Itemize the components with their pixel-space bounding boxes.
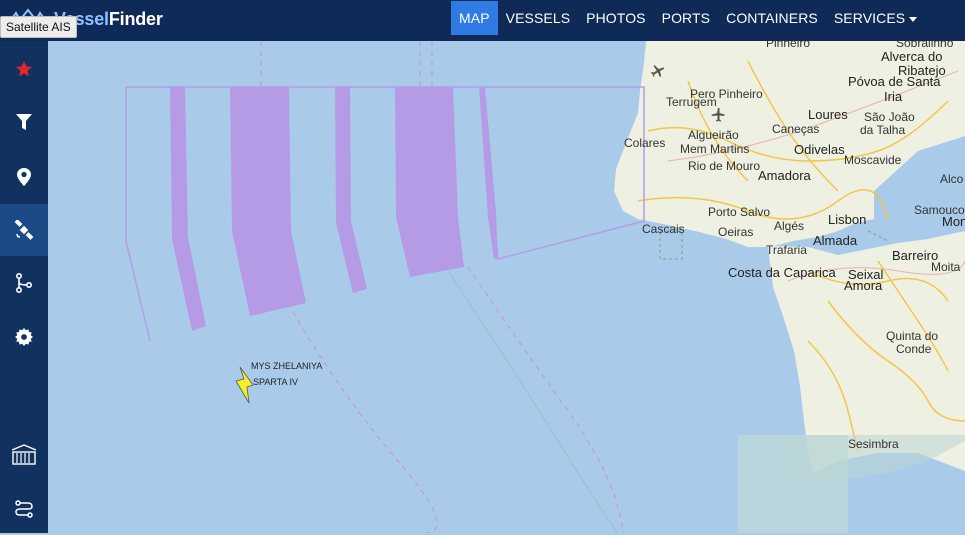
container-terminal-icon xyxy=(11,444,37,465)
place-label: Alco xyxy=(940,172,964,186)
place-label: Rio de Mouro xyxy=(688,159,761,173)
route-icon xyxy=(16,273,33,293)
sidebar-terminals-button[interactable] xyxy=(0,429,48,481)
place-label: Mont xyxy=(942,214,965,229)
vessel-label[interactable]: SPARTA IV xyxy=(253,377,298,388)
satellite-ais-tooltip: Satellite AIS xyxy=(0,16,77,38)
place-label: Moscavide xyxy=(844,153,902,167)
place-label: Alverca do xyxy=(881,49,943,64)
map-view[interactable]: MYS ZHELANIYA SPARTA IV Pinheiro Sobrali… xyxy=(48,41,965,533)
nav-services-label: SERVICES xyxy=(833,10,906,26)
sidebar-satellite-ais-button[interactable] xyxy=(0,204,48,256)
sidebar-routes-button[interactable] xyxy=(0,257,48,309)
place-label: Almada xyxy=(813,233,858,248)
place-label: Lisbon xyxy=(828,212,867,227)
filter-icon xyxy=(16,114,32,130)
star-icon xyxy=(15,60,33,77)
place-label: Póvoa de Santa xyxy=(848,74,941,89)
satellite-icon xyxy=(14,220,34,240)
sidebar-settings-button[interactable] xyxy=(0,311,48,363)
place-label: Iria xyxy=(884,89,903,104)
nav-photos[interactable]: PHOTOS xyxy=(578,1,653,35)
place-label: Mem Martins xyxy=(680,142,750,156)
sidebar-filter-button[interactable] xyxy=(0,96,48,148)
place-label: Terrugem xyxy=(666,95,717,109)
place-label: Odivelas xyxy=(794,142,845,157)
place-label: Algueirão xyxy=(688,128,739,142)
place-label: Algés xyxy=(774,219,805,233)
main-nav: MAP VESSELS PHOTOS PORTS CONTAINERS SERV… xyxy=(451,1,925,35)
sidebar-places-button[interactable] xyxy=(0,151,48,203)
separation-zone-4 xyxy=(395,87,464,277)
place-label: da Talha xyxy=(860,123,906,137)
vessel-label[interactable]: MYS ZHELANIYA xyxy=(251,361,322,372)
gear-icon xyxy=(15,328,33,346)
nav-map[interactable]: MAP xyxy=(451,1,498,35)
place-label: Conde xyxy=(896,342,932,356)
place-label: Moita xyxy=(931,260,961,274)
place-label: Porto Salvo xyxy=(708,205,771,219)
nav-ports[interactable]: PORTS xyxy=(654,1,718,35)
place-label: Oeiras xyxy=(718,225,754,239)
place-label: Cascais xyxy=(642,222,685,236)
place-label: Loures xyxy=(808,107,848,122)
place-label: Sesimbra xyxy=(848,437,899,451)
chevron-down-icon xyxy=(909,16,918,22)
top-navbar: VesselFinder Satellite AIS MAP VESSELS P… xyxy=(0,0,965,41)
place-label: Quinta do xyxy=(886,329,939,343)
place-label: Pinheiro xyxy=(766,41,811,50)
nav-services[interactable]: SERVICES xyxy=(826,1,925,35)
sidebar xyxy=(0,41,48,533)
place-label: São João xyxy=(864,110,915,124)
sidebar-tracks-button[interactable] xyxy=(0,483,48,535)
place-label: Colares xyxy=(624,136,666,150)
sidebar-favorites-button[interactable] xyxy=(0,43,48,95)
nav-vessels[interactable]: VESSELS xyxy=(498,1,579,35)
place-label: Amora xyxy=(844,278,883,293)
track-icon xyxy=(15,500,33,518)
place-label: Costa da Caparica xyxy=(728,265,836,280)
place-label: Amadora xyxy=(758,168,811,183)
place-label: Trafaria xyxy=(766,243,807,257)
place-label: Caneças xyxy=(772,122,820,136)
nav-containers[interactable]: CONTAINERS xyxy=(718,1,826,35)
map-pin-icon xyxy=(17,168,31,186)
